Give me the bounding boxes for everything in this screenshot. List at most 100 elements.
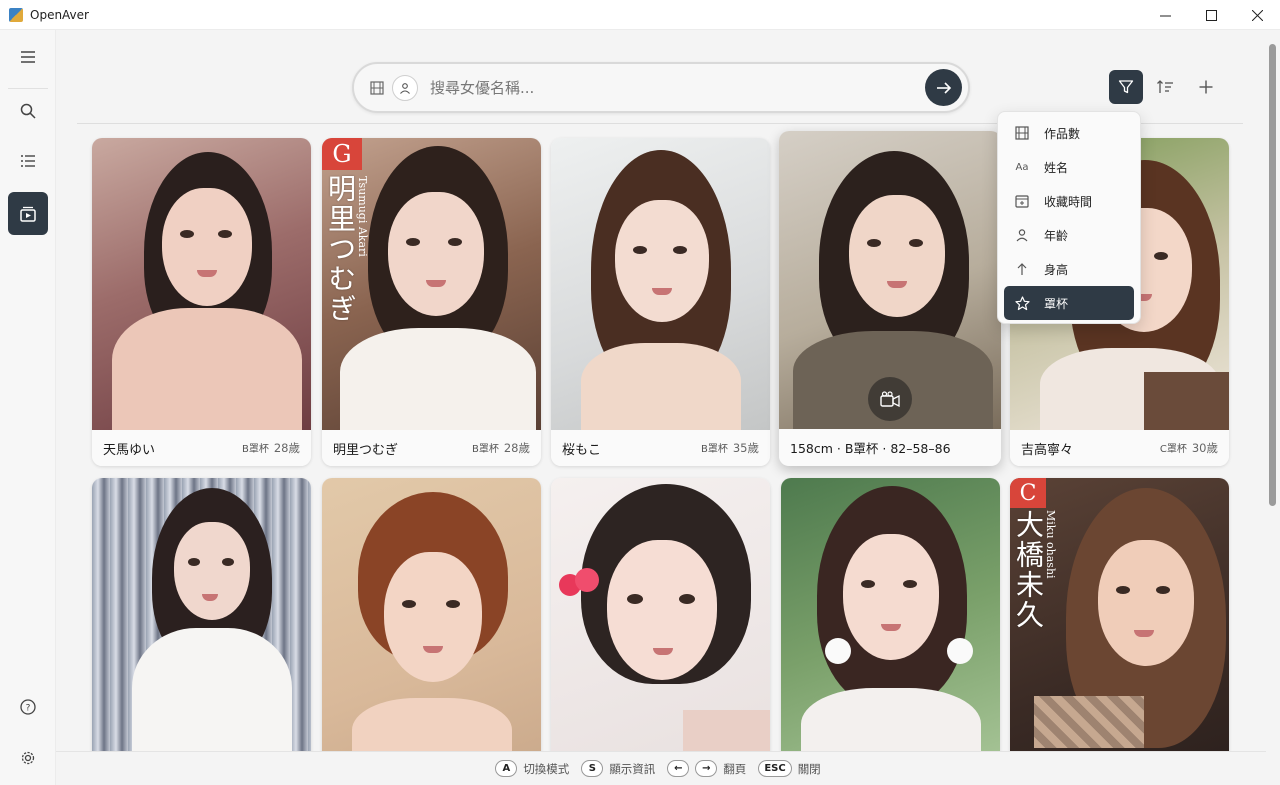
shortcut-label: 翻頁 [723,761,747,776]
sort-option-label: 收藏時間 [1044,194,1093,209]
shortcut-hints-bar: A 切換模式 S 顯示資訊 ← → 翻頁 ESC 關閉 [56,751,1266,785]
sort-icon [1157,80,1173,93]
actress-photo [92,478,311,768]
filter-button[interactable] [1109,70,1143,104]
actress-photo [779,131,1001,429]
card-info: 明里つむぎ B罩杯 28歲 [322,430,541,466]
actress-name: 吉高寧々 [1021,442,1074,458]
filter-icon [1118,80,1134,94]
actress-meta: B罩杯 35歲 [701,440,759,456]
arrow-up-icon [1014,261,1030,277]
search-input[interactable] [430,78,925,97]
sort-option-label: 罩杯 [1044,296,1069,311]
arrow-right-icon [936,81,951,94]
card-info: 桜もこ B罩杯 35歲 [551,430,770,466]
close-button[interactable] [1234,0,1280,30]
plus-icon [1199,80,1213,94]
video-camera-icon[interactable] [868,377,912,421]
shortcut-key: ← [667,760,690,777]
sidebar-item-actresses[interactable] [8,192,48,235]
actress-name: 天馬ゆい [103,442,156,458]
actress-age: 35歲 [732,441,759,455]
actress-cup: B罩杯 [700,444,728,455]
actress-card[interactable]: 天馬ゆい B罩杯 28歲 [92,138,311,466]
maximize-button[interactable] [1188,0,1234,30]
card-info: 158cm · B罩杯 · 82–58–86 [779,429,1001,465]
sidebar-item-list[interactable] [8,141,48,181]
search-bar [352,62,970,113]
actress-name: 明里つむぎ [333,442,399,458]
actress-cup: B罩杯 [241,444,269,455]
photo-vertical-roman: Tsumugi Akari [356,176,369,257]
person-icon [1014,227,1030,243]
actress-photo [781,478,1000,768]
sort-button[interactable] [1148,70,1182,104]
scrollbar-thumb[interactable] [1269,44,1276,506]
sort-option-label: 作品數 [1044,126,1081,141]
sort-option-works[interactable]: 作品數 [1004,116,1134,150]
actress-card[interactable]: 桜もこ B罩杯 35歲 [551,138,770,466]
actress-card[interactable] [322,478,541,768]
shortcut-key: S [581,760,604,777]
film-mode-icon[interactable] [368,79,386,97]
gear-icon [21,751,35,765]
actress-meta: B罩杯 28歲 [472,440,530,456]
card-info: 天馬ゆい B罩杯 28歲 [92,430,311,466]
actress-gallery-icon [20,206,36,222]
shortcut-key: A [495,760,518,777]
sort-option-age[interactable]: 年齡 [1004,218,1134,252]
sidebar-divider [8,88,48,89]
title-bar: OpenAver [0,0,1280,30]
list-icon [21,155,35,167]
scrollbar[interactable] [1268,40,1277,760]
actress-meta: B罩杯 28歲 [242,440,300,456]
sort-option-label: 姓名 [1044,160,1069,175]
minimize-button[interactable] [1142,0,1188,30]
actress-photo: C 大橋未久 Miku ohashi [1010,478,1229,768]
shortcut-key: → [695,760,718,777]
menu-button[interactable] [8,37,48,77]
actress-age: 28歲 [273,441,300,455]
actress-card[interactable] [551,478,770,768]
add-button[interactable] [1189,70,1223,104]
actress-mode-icon[interactable] [392,74,418,101]
svg-text:?: ? [26,704,31,714]
actress-photo [322,478,541,768]
photo-vertical-roman: Miku ohashi [1044,510,1057,579]
sort-option-favorited-time[interactable]: 收藏時間 [1004,184,1134,218]
sort-option-name[interactable]: Aa 姓名 [1004,150,1134,184]
actress-age: 28歲 [503,441,530,455]
actress-photo [551,138,770,430]
photo-vertical-name: 明里つむぎ [324,174,357,324]
shortcut-label: 切換模式 [523,761,570,776]
actress-meta: C罩杯 30歲 [1160,440,1218,456]
brand-badge: G [322,138,362,170]
sidebar: ? [0,30,56,785]
actress-card[interactable] [92,478,311,768]
film-icon [1014,125,1030,141]
actress-card[interactable]: G 明里つむぎ Tsumugi Akari 明里つむぎ B罩杯 28歲 [322,138,541,466]
calendar-add-icon [1014,193,1030,209]
text-aa-icon: Aa [1015,161,1029,173]
sort-option-label: 年齡 [1044,228,1069,243]
search-submit-button[interactable] [925,69,962,106]
shortcut-label: 關閉 [797,761,821,776]
actress-name: 桜もこ [562,442,602,458]
actress-card-hovered[interactable]: 158cm · B罩杯 · 82–58–86 [779,131,1001,466]
help-icon: ? [20,699,36,715]
settings-button[interactable] [8,738,48,778]
card-info: 吉高寧々 C罩杯 30歲 [1010,430,1229,466]
actress-cup: B罩杯 [471,444,499,455]
menu-icon [21,51,35,63]
actress-card[interactable]: C 大橋未久 Miku ohashi [1010,478,1229,768]
search-icon [20,103,36,119]
actress-photo [551,478,770,768]
sort-option-cup-size[interactable]: 罩杯 [1004,286,1134,320]
sidebar-item-search[interactable] [8,91,48,131]
sort-dropdown: 作品數 Aa 姓名 收藏時間 年齡 身高 罩杯 [997,111,1141,324]
help-button[interactable]: ? [8,687,48,727]
shortcut-key: ESC [758,760,792,777]
sort-option-height[interactable]: 身高 [1004,252,1134,286]
actress-age: 30歲 [1191,441,1218,455]
actress-card[interactable] [781,478,1000,768]
